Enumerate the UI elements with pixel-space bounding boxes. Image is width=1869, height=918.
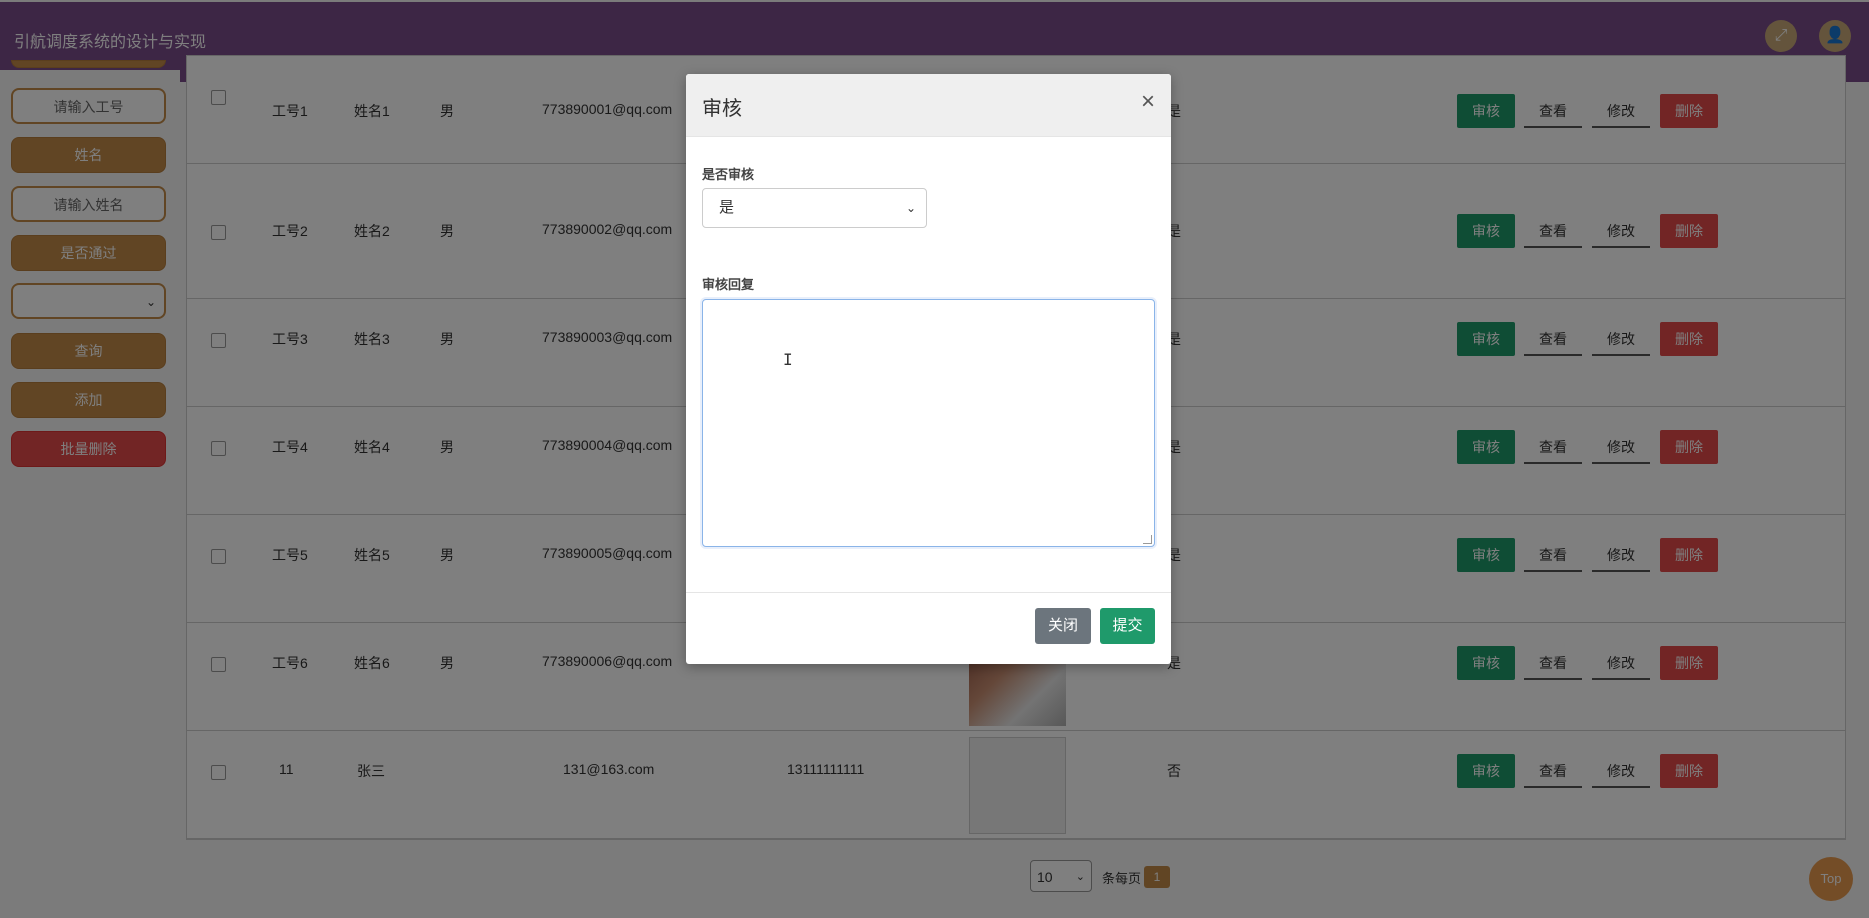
audit-modal: 审核 × 是否审核 是 ⌄ 审核回复 I 关闭 提交 <box>686 74 1171 664</box>
resize-handle[interactable] <box>1143 535 1152 544</box>
audit-select[interactable]: 是 ⌄ <box>702 188 927 228</box>
chevron-down-icon: ⌄ <box>905 201 916 215</box>
text-cursor-icon: I <box>783 350 793 369</box>
audit-field-label: 是否审核 <box>702 167 755 182</box>
modal-header: 审核 × <box>686 74 1171 137</box>
audit-select-value: 是 <box>719 199 735 216</box>
close-icon[interactable]: × <box>1141 90 1155 114</box>
submit-button[interactable]: 提交 <box>1100 608 1155 644</box>
reply-field-label: 审核回复 <box>702 277 755 292</box>
modal-title: 审核 <box>702 98 742 120</box>
reply-textarea[interactable]: I <box>702 299 1155 547</box>
modal-footer: 关闭 提交 <box>686 592 1171 665</box>
close-button[interactable]: 关闭 <box>1035 608 1091 644</box>
